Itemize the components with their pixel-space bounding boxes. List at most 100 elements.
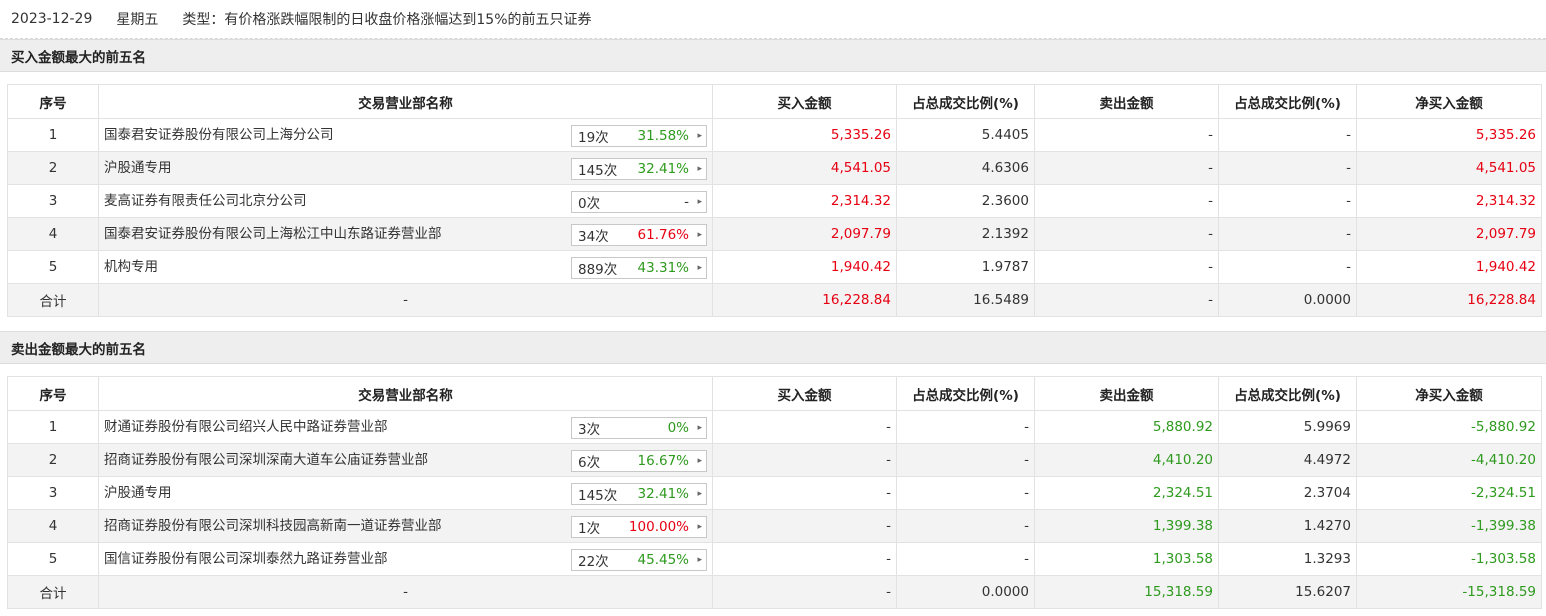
col-header-sell-ratio: 占总成交比例(%) [1218, 376, 1357, 411]
table-row: 2 沪股通专用 145次 32.41% ▸ 4,541.05 4.6306- -4,541.0… [7, 151, 1542, 185]
branch-name[interactable]: 麦高证券有限责任公司北京分公司 [104, 186, 307, 217]
listing-count: 34次 [578, 229, 609, 245]
sell-ratio: - [1218, 217, 1357, 251]
branch-name[interactable]: 沪股通专用 [104, 153, 172, 184]
buy-amount: - [712, 542, 897, 576]
table-row: 3 沪股通专用 145次 32.41% ▸ - -2,324.51 2.3704 -2,324.… [7, 476, 1542, 510]
sell-ratio: - [1218, 250, 1357, 284]
table-row: 4 招商证券股份有限公司深圳科技园高新南一道证券营业部 1次 100.00% ▸ - -1,… [7, 509, 1542, 543]
buy-ratio: 4.6306 [896, 151, 1035, 185]
branch-name[interactable]: 国信证券股份有限公司深圳泰然九路证券营业部 [104, 544, 388, 575]
buy-amount: - [712, 509, 897, 543]
branch-name[interactable]: 沪股通专用 [104, 478, 172, 509]
branch-stats-dropdown[interactable]: 145次 32.41% ▸ [571, 158, 707, 180]
branch-name[interactable]: 国泰君安证券股份有限公司上海分公司 [104, 120, 334, 151]
branch-stats-dropdown[interactable]: 889次 43.31% ▸ [571, 257, 707, 279]
table-row: 1 财通证券股份有限公司绍兴人民中路证券营业部 3次 0% ▸ - -5,880.92 5.9… [7, 410, 1542, 444]
branch-stats-dropdown[interactable]: 22次 45.45% ▸ [571, 549, 707, 571]
branch-stats-dropdown[interactable]: 3次 0% ▸ [571, 417, 707, 439]
total-sell: - [1034, 283, 1219, 317]
branch-name[interactable]: 招商证券股份有限公司深圳科技园高新南一道证券营业部 [104, 511, 442, 542]
sell-amount: - [1034, 151, 1219, 185]
branch-name-cell: 招商证券股份有限公司深圳科技园高新南一道证券营业部 1次 100.00% ▸ [98, 509, 713, 543]
col-header-no: 序号 [7, 376, 99, 411]
branch-stats-dropdown[interactable]: 0次 - ▸ [571, 191, 707, 213]
buy-amount: 4,541.05 [712, 151, 897, 185]
total-sell: 15,318.59 [1034, 575, 1219, 609]
branch-name-cell: 麦高证券有限责任公司北京分公司 0次 - ▸ [98, 184, 713, 218]
branch-name[interactable]: 财通证券股份有限公司绍兴人民中路证券营业部 [104, 412, 388, 443]
col-header-buy: 买入金额 [712, 84, 897, 119]
net-amount: 5,335.26 [1356, 118, 1542, 152]
row-no: 5 [7, 542, 99, 576]
table-row: 4 国泰君安证券股份有限公司上海松江中山东路证券营业部 34次 61.76% ▸ 2,09… [7, 217, 1542, 251]
win-rate: 43.31% [637, 260, 689, 276]
table-header-row: 序号 交易营业部名称 买入金额 占总成交比例(%) 卖出金额 占总成交比例(%)… [7, 84, 1542, 119]
listing-count: 145次 [578, 488, 618, 504]
buy-ratio: 5.4405 [896, 118, 1035, 152]
sell-amount: 1,303.58 [1034, 542, 1219, 576]
total-name: - [98, 283, 713, 317]
total-buy: - [712, 575, 897, 609]
buy-ratio: - [896, 410, 1035, 444]
branch-stats-dropdown[interactable]: 145次 32.41% ▸ [571, 483, 707, 505]
branch-stats-dropdown[interactable]: 6次 16.67% ▸ [571, 450, 707, 472]
branch-name[interactable]: 招商证券股份有限公司深圳深南大道车公庙证券营业部 [104, 445, 428, 476]
col-header-net: 净买入金额 [1356, 84, 1542, 119]
total-name: - [98, 575, 713, 609]
net-amount: -2,324.51 [1356, 476, 1542, 510]
listing-count: 22次 [578, 554, 609, 570]
buy-ratio: 1.9787 [896, 250, 1035, 284]
expand-arrow-icon: ▸ [697, 164, 702, 174]
table-row: 5 国信证券股份有限公司深圳泰然九路证券营业部 22次 45.45% ▸ - -1,303.… [7, 542, 1542, 576]
branch-name-cell: 国泰君安证券股份有限公司上海分公司 19次 31.58% ▸ [98, 118, 713, 152]
listing-count: 0次 [578, 196, 601, 212]
buy-ratio: 2.1392 [896, 217, 1035, 251]
expand-arrow-icon: ▸ [697, 555, 702, 565]
listing-count: 889次 [578, 262, 618, 278]
branch-name[interactable]: 机构专用 [104, 252, 158, 283]
sell-amount: - [1034, 118, 1219, 152]
net-amount: 1,940.42 [1356, 250, 1542, 284]
sell-top5-table: 序号 交易营业部名称 买入金额 占总成交比例(%) 卖出金额 占总成交比例(%)… [7, 376, 1542, 609]
sell-ratio: - [1218, 118, 1357, 152]
row-no: 2 [7, 443, 99, 477]
branch-stats-dropdown[interactable]: 34次 61.76% ▸ [571, 224, 707, 246]
sell-ratio: 1.4270 [1218, 509, 1357, 543]
sell-amount: - [1034, 184, 1219, 218]
expand-arrow-icon: ▸ [697, 230, 702, 240]
buy-amount: 5,335.26 [712, 118, 897, 152]
listing-count: 145次 [578, 163, 618, 179]
win-rate: 16.67% [637, 453, 689, 469]
report-type: 类型：有价格涨跌幅限制的日收盘价格涨幅达到15%的前五只证券 [182, 12, 592, 28]
total-sell-ratio: 15.6207 [1218, 575, 1357, 609]
buy-top5-table: 序号 交易营业部名称 买入金额 占总成交比例(%) 卖出金额 占总成交比例(%)… [7, 84, 1542, 317]
branch-stats-dropdown[interactable]: 19次 31.58% ▸ [571, 125, 707, 147]
col-header-buy-ratio: 占总成交比例(%) [896, 376, 1035, 411]
row-no: 1 [7, 118, 99, 152]
buy-ratio: - [896, 443, 1035, 477]
col-header-sell: 卖出金额 [1034, 84, 1219, 119]
branch-stats-dropdown[interactable]: 1次 100.00% ▸ [571, 516, 707, 538]
listing-count: 3次 [578, 422, 601, 438]
buy-section-title: 买入金额最大的前五名 [0, 39, 1546, 72]
col-header-no: 序号 [7, 84, 99, 119]
win-rate: 61.76% [637, 227, 689, 243]
expand-arrow-icon: ▸ [697, 197, 702, 207]
net-amount: 4,541.05 [1356, 151, 1542, 185]
buy-ratio: - [896, 476, 1035, 510]
buy-ratio: 2.3600 [896, 184, 1035, 218]
col-header-sell: 卖出金额 [1034, 376, 1219, 411]
total-sell-ratio: 0.0000 [1218, 283, 1357, 317]
buy-amount: - [712, 476, 897, 510]
net-amount: -1,399.38 [1356, 509, 1542, 543]
sell-amount: 1,399.38 [1034, 509, 1219, 543]
row-no: 4 [7, 217, 99, 251]
buy-amount: - [712, 443, 897, 477]
win-rate: 31.58% [637, 128, 689, 144]
col-header-net: 净买入金额 [1356, 376, 1542, 411]
expand-arrow-icon: ▸ [697, 263, 702, 273]
report-header: 2023-12-29 星期五 类型：有价格涨跌幅限制的日收盘价格涨幅达到15%的… [0, 0, 1546, 38]
expand-arrow-icon: ▸ [697, 456, 702, 466]
branch-name[interactable]: 国泰君安证券股份有限公司上海松江中山东路证券营业部 [104, 219, 442, 250]
